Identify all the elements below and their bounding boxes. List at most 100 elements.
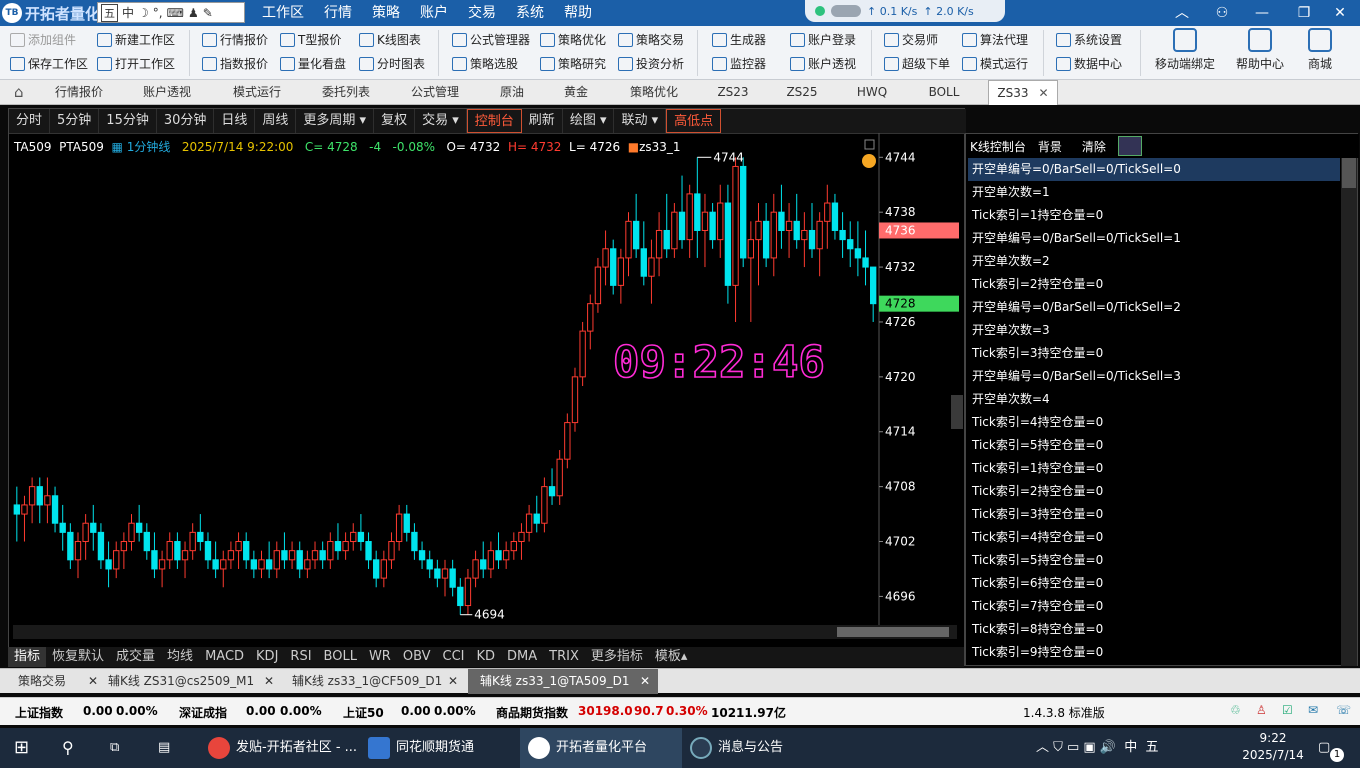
indicator-obv[interactable]: OBV [397,647,437,667]
candle-body[interactable] [770,211,777,259]
candle-body[interactable] [273,550,280,570]
candle-body[interactable] [441,568,449,579]
data-center-button[interactable]: 数据中心 [1054,53,1122,75]
candle-body[interactable] [755,220,762,241]
candle-body[interactable] [525,513,533,533]
candle-body[interactable] [480,559,487,570]
windows-start-icon[interactable]: ⊞ [14,728,36,768]
help-center-button[interactable]: 帮助中心 [1232,28,1288,72]
candle-body[interactable] [793,220,800,241]
candle-body[interactable] [334,541,342,552]
console-log-line[interactable]: Tick索引=5持空仓量=0 [968,434,1340,457]
candle-body[interactable] [732,165,739,286]
candle-body[interactable] [44,495,51,506]
connection-toggle[interactable] [831,5,861,17]
candle-body[interactable] [235,541,242,552]
new-workspace-button[interactable]: 新建工作区 [95,29,175,51]
candle-body[interactable] [617,257,625,286]
candle-body[interactable] [357,531,365,543]
tab-boll[interactable]: BOLL [912,80,976,105]
candle-body[interactable] [373,559,380,579]
candle-body[interactable] [113,550,120,570]
task-view-icon[interactable]: ⧉ [110,728,132,768]
t-quote-button[interactable]: T型报价 [278,29,341,51]
taskbar-app-tb[interactable]: 开拓者量化平台 [520,728,682,768]
account-login-button[interactable]: 账户登录 [788,29,856,51]
menu-workspace[interactable]: 工作区 [252,0,314,26]
close-icon[interactable]: ✕ [88,669,98,694]
chat-icon[interactable]: ✉ [1308,703,1318,717]
tab-zs25[interactable]: ZS25 [774,80,830,105]
menu-help[interactable]: 帮助 [554,0,602,26]
candle-body[interactable] [227,550,235,561]
subtab-strategy-trade[interactable]: 策略交易 ✕ [8,669,102,694]
close-button[interactable]: ✕ [1320,0,1360,26]
horizontal-scroll-thumb[interactable] [837,627,949,637]
adjust-button[interactable]: 复权 [374,109,416,133]
tab-zs33[interactable]: ZS33 ✕ [988,80,1058,105]
candle-body[interactable] [747,239,755,259]
candle-body[interactable] [411,531,418,552]
candle-body[interactable] [350,531,357,543]
candle-body[interactable] [594,266,602,305]
notification-icon[interactable]: ▢ 1 [1318,728,1344,768]
candle-body[interactable] [449,568,456,588]
candle-body[interactable] [304,559,311,570]
candle-body[interactable] [21,504,28,515]
period-daily[interactable]: 日线 [214,109,256,133]
restore-default-button[interactable]: 恢复默认 [46,647,110,667]
candle-body[interactable] [610,248,617,286]
candle-body[interactable] [671,211,678,250]
wrench-icon[interactable]: ✎ [203,6,213,20]
candle-body[interactable] [36,486,43,506]
mobile-bind-button[interactable]: 移动端绑定 [1152,28,1218,72]
menu-strategy[interactable]: 策略 [362,0,410,26]
taskbar-app-ths[interactable]: 同花顺期货通 [362,728,512,768]
generator-button[interactable]: 生成器 [710,29,766,51]
candle-body[interactable] [724,202,732,286]
scroll-thumb[interactable] [1342,158,1356,188]
account-view-button[interactable]: 账户透视 [788,53,856,75]
console-log-line[interactable]: Tick索引=3持空仓量=0 [968,342,1340,365]
candle-body[interactable] [51,495,59,524]
indicator-kdj[interactable]: KDJ [250,647,284,667]
horizontal-scrollbar[interactable] [13,625,957,639]
moon-icon[interactable]: ☽ [138,6,149,20]
candle-body[interactable] [204,541,212,561]
candle-body[interactable] [824,202,831,222]
ime-chinese-toggle[interactable]: 中 [122,4,134,21]
system-tray[interactable]: ︿ ⛉ ▭ ▣ 🔊 中 五 [1036,728,1176,768]
candle-body[interactable] [495,550,502,561]
chevron-up-icon[interactable]: ︿ [1162,0,1202,26]
candle-body[interactable] [541,486,548,524]
candle-body[interactable] [403,513,410,533]
indicator-trix[interactable]: TRIX [543,647,585,667]
monitor-button[interactable]: 监控器 [710,53,766,75]
candle-body[interactable] [59,522,66,533]
tab-zs23[interactable]: ZS23 [702,80,764,105]
save-workspace-button[interactable]: 保存工作区 [8,53,88,75]
more-periods-dropdown[interactable]: 更多周期 ▾ [296,109,375,133]
candle-body[interactable] [487,550,495,570]
user-icon[interactable]: ♟ [188,6,199,20]
candle-body[interactable] [801,229,808,241]
message-icon[interactable]: ☏ [1336,703,1351,717]
candle-body[interactable] [655,229,663,259]
indicator-kd[interactable]: KD [471,647,502,667]
index-quote-button[interactable]: 指数报价 [200,53,268,75]
open-workspace-button[interactable]: 打开工作区 [95,53,175,75]
candle-body[interactable] [457,586,464,607]
candle-body[interactable] [97,531,105,561]
console-log-line[interactable]: 开空单次数=2 [968,250,1340,273]
candle-body[interactable] [831,202,839,231]
template-button[interactable]: 模板▴ [649,647,694,667]
tab-strategy-optimize[interactable]: 策略优化 [616,80,692,105]
candle-body[interactable] [464,577,472,607]
candle-body[interactable] [709,211,716,241]
candle-body[interactable] [342,541,349,552]
console-log-line[interactable]: Tick索引=3持空仓量=0 [968,503,1340,526]
candle-body[interactable] [678,211,686,241]
candle-body[interactable] [395,513,403,543]
candle-body[interactable] [762,220,770,259]
period-weekly[interactable]: 周线 [255,109,297,133]
